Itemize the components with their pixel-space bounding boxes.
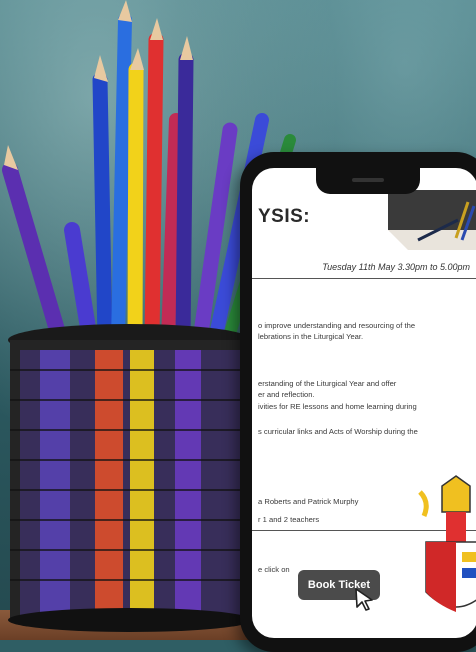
description-line: erstanding of the Liturgical Year and of… [258,379,397,388]
description-line: lebrations in the Liturgical Year. [258,332,364,341]
page-title: YSIS: [258,206,311,227]
description-line: o improve understanding and resourcing o… [258,321,416,330]
description-line: ivities for RE lessons and home learning… [258,402,417,411]
divider [252,278,476,279]
phone-screen: YSIS: Tuesday 11th May 3.30pm to 5.00pm … [252,168,476,638]
mouse-pointer-icon [355,588,373,611]
diocesan-crest-icon [418,475,476,612]
description-line: er and reflection. [258,390,315,399]
event-date: Tuesday 11th May 3.30pm to 5.00pm [322,262,470,272]
description-line: s curricular links and Acts of Worship d… [258,427,418,436]
speaker-grille [352,178,384,182]
click-prompt: e click on [258,565,290,574]
phone-mockup: YSIS: Tuesday 11th May 3.30pm to 5.00pm … [240,152,476,652]
phone-notch [316,168,420,194]
desk-pencils-graphic [388,190,476,250]
presenters-line: a Roberts and Patrick Murphy [258,497,359,506]
audience-line: r 1 and 2 teachers [258,515,320,524]
